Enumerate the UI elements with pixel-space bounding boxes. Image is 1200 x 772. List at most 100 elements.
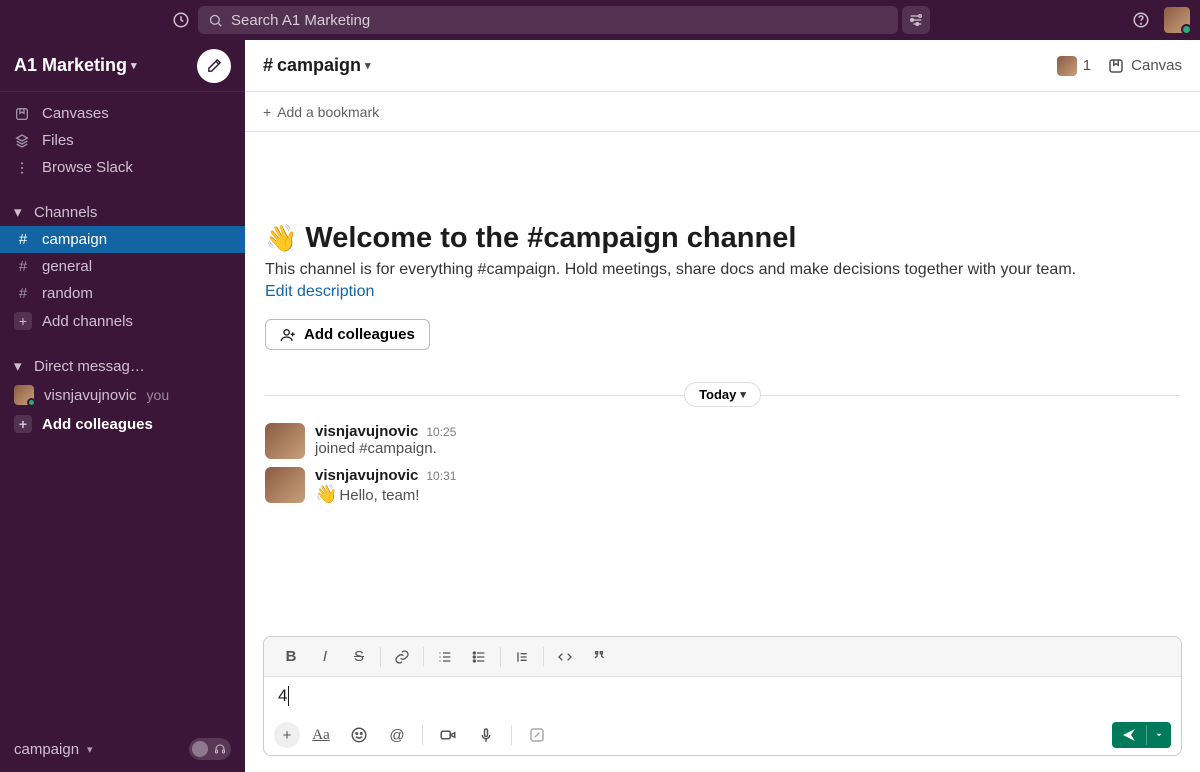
sidebar: A1 Marketing ▾ Canvases Files [0,40,245,772]
sidebar-item-label: Browse Slack [42,159,133,176]
canvas-button[interactable]: Canvas [1107,57,1182,75]
channels-section-header[interactable]: ▾ Channels [0,193,245,226]
channel-name: campaign [42,231,107,248]
attach-button[interactable]: + [274,722,300,748]
plus-icon: + [14,312,32,330]
mention-button[interactable]: @ [380,719,414,751]
add-channels-button[interactable]: + Add channels [0,307,245,335]
help-icon[interactable] [1132,11,1150,29]
sidebar-item-label: Canvases [42,105,109,122]
sidebar-item-files[interactable]: Files [0,127,245,154]
add-colleagues-label: Add colleagues [304,326,415,343]
message-body: joined #campaign. [315,440,456,457]
sidebar-item-canvases[interactable]: Canvases [0,100,245,127]
channel-title[interactable]: # campaign ▾ [263,55,371,76]
welcome-description: This channel is for everything #campaign… [265,261,1180,279]
channel-name: campaign [277,55,361,76]
search-icon [208,13,223,28]
avatar[interactable] [265,423,305,459]
audio-button[interactable] [469,719,503,751]
add-colleagues-button[interactable]: + Add colleagues [0,410,245,438]
avatar[interactable] [265,467,305,503]
workspace-switcher[interactable]: A1 Marketing ▾ [14,55,189,76]
canvas-label: Canvas [1131,57,1182,74]
dm-section-header[interactable]: ▾ Direct messag… [0,347,245,380]
ordered-list-button[interactable] [428,641,462,673]
channel-name: random [42,285,93,302]
code-button[interactable] [548,641,582,673]
emoji-button[interactable] [342,719,376,751]
files-icon [14,133,32,149]
edit-description-link[interactable]: Edit description [265,283,1180,301]
link-button[interactable] [385,641,419,673]
message-body: 👋Hello, team! [315,484,456,505]
chevron-down-icon: ▾ [740,388,746,401]
wave-emoji: 👋 [265,223,297,254]
chevron-down-icon: ▾ [365,59,371,72]
history-icon[interactable] [172,11,190,29]
hash-icon: # [14,258,32,275]
sidebar-channel-campaign[interactable]: # campaign [0,226,245,253]
bold-button[interactable]: B [274,641,308,673]
codeblock-button[interactable] [582,641,616,673]
add-channels-label: Add channels [42,313,133,330]
filter-button[interactable] [902,6,930,34]
workspace-name: A1 Marketing [14,55,127,76]
message-composer: B I S [263,636,1182,756]
message-timestamp[interactable]: 10:25 [426,425,456,439]
date-divider[interactable]: Today ▾ [684,382,761,407]
compose-button[interactable] [197,49,231,83]
add-bookmark-button[interactable]: + Add a bookmark [245,92,1200,132]
hash-icon: # [14,285,32,302]
chevron-down-icon: ▾ [131,59,137,72]
welcome-title: 👋 Welcome to the #campaign channel [265,222,1180,255]
sidebar-item-label: Files [42,132,74,149]
strike-button[interactable]: S [342,641,376,673]
sidebar-channel-general[interactable]: # general [0,253,245,280]
video-button[interactable] [431,719,465,751]
avatar [14,385,34,405]
input-value: 4 [278,686,287,706]
sidebar-item-browse[interactable]: Browse Slack [0,154,245,181]
add-bookmark-label: Add a bookmark [277,104,379,120]
send-button[interactable] [1112,722,1146,748]
member-count-value: 1 [1083,57,1091,74]
caret-down-icon: ▾ [14,357,24,375]
blockquote-button[interactable] [505,641,539,673]
plus-icon: + [263,104,271,120]
add-colleagues-button[interactable]: Add colleagues [265,319,430,350]
member-count[interactable]: 1 [1057,56,1091,76]
channel-name: general [42,258,92,275]
message-row: visnjavujnovic 10:25 joined #campaign. [245,419,1200,463]
message-input[interactable]: 4 [264,677,1181,715]
section-label: Channels [34,204,97,221]
sidebar-channel-random[interactable]: # random [0,280,245,307]
plus-icon: + [14,415,32,433]
date-label: Today [699,387,736,402]
user-avatar[interactable] [1164,7,1190,33]
footer-channel-name[interactable]: campaign [14,741,79,758]
search-input[interactable]: Search A1 Marketing [198,6,898,34]
add-colleagues-label: Add colleagues [42,416,153,433]
more-icon [14,160,32,176]
chevron-down-icon: ▾ [87,743,93,756]
message-username[interactable]: visnjavujnovic [315,423,418,440]
dm-item-self[interactable]: visnjavujnovic you [0,380,245,410]
huddle-toggle[interactable] [189,738,231,760]
search-placeholder: Search A1 Marketing [231,12,370,29]
person-add-icon [280,327,296,343]
message-username[interactable]: visnjavujnovic [315,467,418,484]
message-timestamp[interactable]: 10:31 [426,469,456,483]
hash-icon: # [14,231,32,248]
shortcut-button[interactable] [520,719,554,751]
message-row: visnjavujnovic 10:31 👋Hello, team! [245,463,1200,509]
headphones-icon [214,743,226,755]
dm-name: visnjavujnovic [44,387,137,404]
format-button[interactable]: Aa [304,719,338,751]
send-options-button[interactable] [1146,725,1171,745]
wave-emoji: 👋 [315,484,337,504]
avatar [1057,56,1077,76]
italic-button[interactable]: I [308,641,342,673]
caret-down-icon: ▾ [14,203,24,221]
bulleted-list-button[interactable] [462,641,496,673]
